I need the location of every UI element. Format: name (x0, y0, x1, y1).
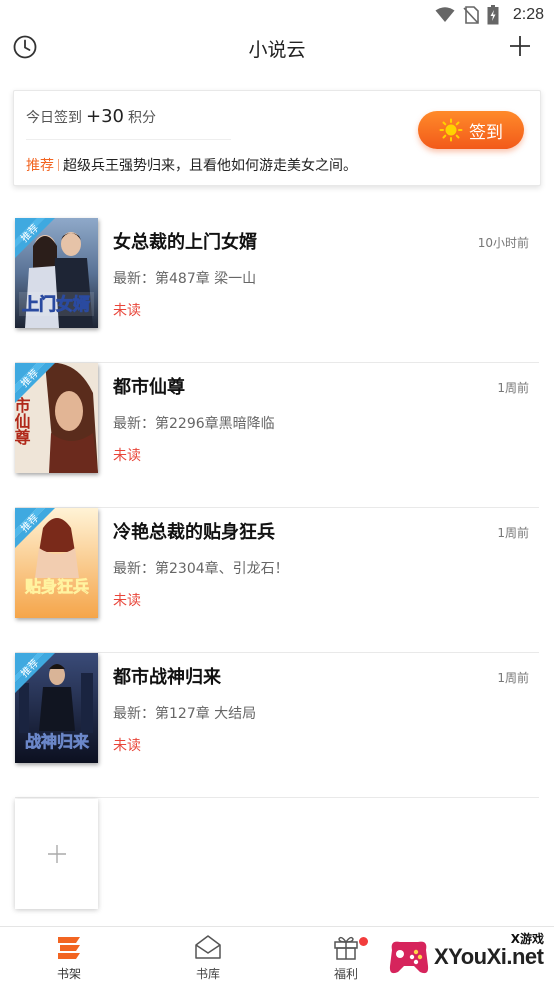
book-cover[interactable]: 战神归来 推荐 (15, 653, 98, 763)
signin-button-label: 签到 (469, 122, 503, 143)
book-cover[interactable]: 市仙尊 推荐 (15, 363, 98, 473)
plus-icon (47, 845, 66, 863)
cover-title-text: 贴身狂兵 (25, 577, 89, 596)
nav-welfare-label: 福利 (333, 967, 358, 981)
nav-bookshelf-label: 书架 (56, 967, 81, 981)
divider (15, 797, 539, 798)
nav-bookshelf[interactable]: 书架 (34, 933, 104, 986)
recommend-tag: 推荐 (26, 158, 54, 174)
recommend-ribbon-icon: 推荐 (15, 508, 55, 548)
watermark-main-text: XYouXi.net (434, 944, 544, 969)
signin-divider (26, 139, 231, 140)
no-sim-icon (463, 6, 479, 24)
add-icon[interactable] (508, 34, 532, 58)
signin-info: 今日签到 +30 积分 (26, 106, 156, 127)
book-item[interactable]: 市仙尊 推荐 都市仙尊 最新：第2296章黑暗降临 未读 1周前 (15, 363, 539, 508)
signin-card: 今日签到 +30 积分 签到 推荐 超级兵王强势归来，且看他如何游走美女之间。 (13, 90, 541, 186)
watermark: X游戏 XYouXi.net (386, 930, 550, 984)
library-icon (195, 935, 221, 959)
wifi-icon (435, 7, 455, 22)
book-read-status: 未读 (113, 448, 141, 464)
book-latest-chapter: 最新：第2296章黑暗降临 (113, 416, 275, 432)
recommend-ribbon-icon: 推荐 (15, 363, 55, 403)
gift-icon (334, 936, 358, 960)
status-time: 2:28 (512, 6, 544, 23)
notification-badge (359, 937, 368, 946)
book-updated-time: 1周前 (497, 381, 529, 395)
recommend-ribbon-icon: 推荐 (15, 653, 55, 693)
book-title: 都市战神归来 (113, 667, 221, 688)
signin-prefix: 今日签到 (26, 110, 82, 126)
recommend-banner[interactable]: 推荐 超级兵王强势归来，且看他如何游走美女之间。 (26, 155, 357, 175)
book-updated-time: 1周前 (497, 671, 529, 685)
page-title: 小说云 (248, 39, 306, 61)
book-read-status: 未读 (113, 738, 141, 754)
signin-button[interactable]: 签到 (418, 111, 524, 149)
book-item[interactable]: 战神归来 推荐 都市战神归来 最新：第127章 大结局 未读 1周前 (15, 653, 539, 798)
nav-library-label: 书库 (195, 967, 220, 981)
book-read-status: 未读 (113, 593, 141, 609)
status-bar: 2:28 (0, 0, 554, 30)
nav-welfare[interactable]: 福利 (311, 933, 381, 986)
battery-icon (487, 5, 499, 25)
book-item[interactable]: 贴身狂兵 推荐 冷艳总裁的贴身狂兵 最新：第2304章、引龙石！ 未读 1周前 (15, 508, 539, 653)
recommend-ribbon-icon: 推荐 (15, 218, 55, 258)
recommend-text: 超级兵王强势归来，且看他如何游走美女之间。 (63, 158, 357, 174)
book-read-status: 未读 (113, 303, 141, 319)
book-title: 冷艳总裁的贴身狂兵 (113, 522, 275, 543)
bookshelf-icon (58, 937, 80, 959)
add-book-button[interactable] (15, 799, 98, 909)
book-latest-chapter: 最新：第2304章、引龙石！ (113, 561, 289, 577)
app-header: 小说云 (0, 30, 554, 80)
book-updated-time: 10小时前 (477, 236, 529, 250)
signin-points: +30 (86, 106, 124, 127)
gamepad-logo-icon (389, 941, 429, 974)
cover-title-text: 市仙尊 (15, 396, 31, 446)
book-cover[interactable]: 上门女婿 推荐 (15, 218, 98, 328)
signin-suffix: 积分 (128, 110, 156, 126)
book-cover[interactable]: 贴身狂兵 推荐 (15, 508, 98, 618)
book-title: 都市仙尊 (113, 377, 185, 398)
book-latest-chapter: 最新：第487章 梁一山 (113, 271, 257, 287)
book-title: 女总裁的上门女婿 (113, 232, 257, 253)
cover-title-text: 上门女婿 (22, 294, 90, 315)
book-latest-chapter: 最新：第127章 大结局 (113, 706, 257, 722)
recommend-separator (58, 159, 59, 171)
cover-title-text: 战神归来 (25, 732, 90, 751)
sun-icon (439, 118, 463, 142)
nav-library[interactable]: 书库 (173, 933, 243, 986)
book-updated-time: 1周前 (497, 526, 529, 540)
book-item[interactable]: 上门女婿 推荐 女总裁的上门女婿 最新：第487章 梁一山 未读 10小时前 (15, 218, 539, 363)
